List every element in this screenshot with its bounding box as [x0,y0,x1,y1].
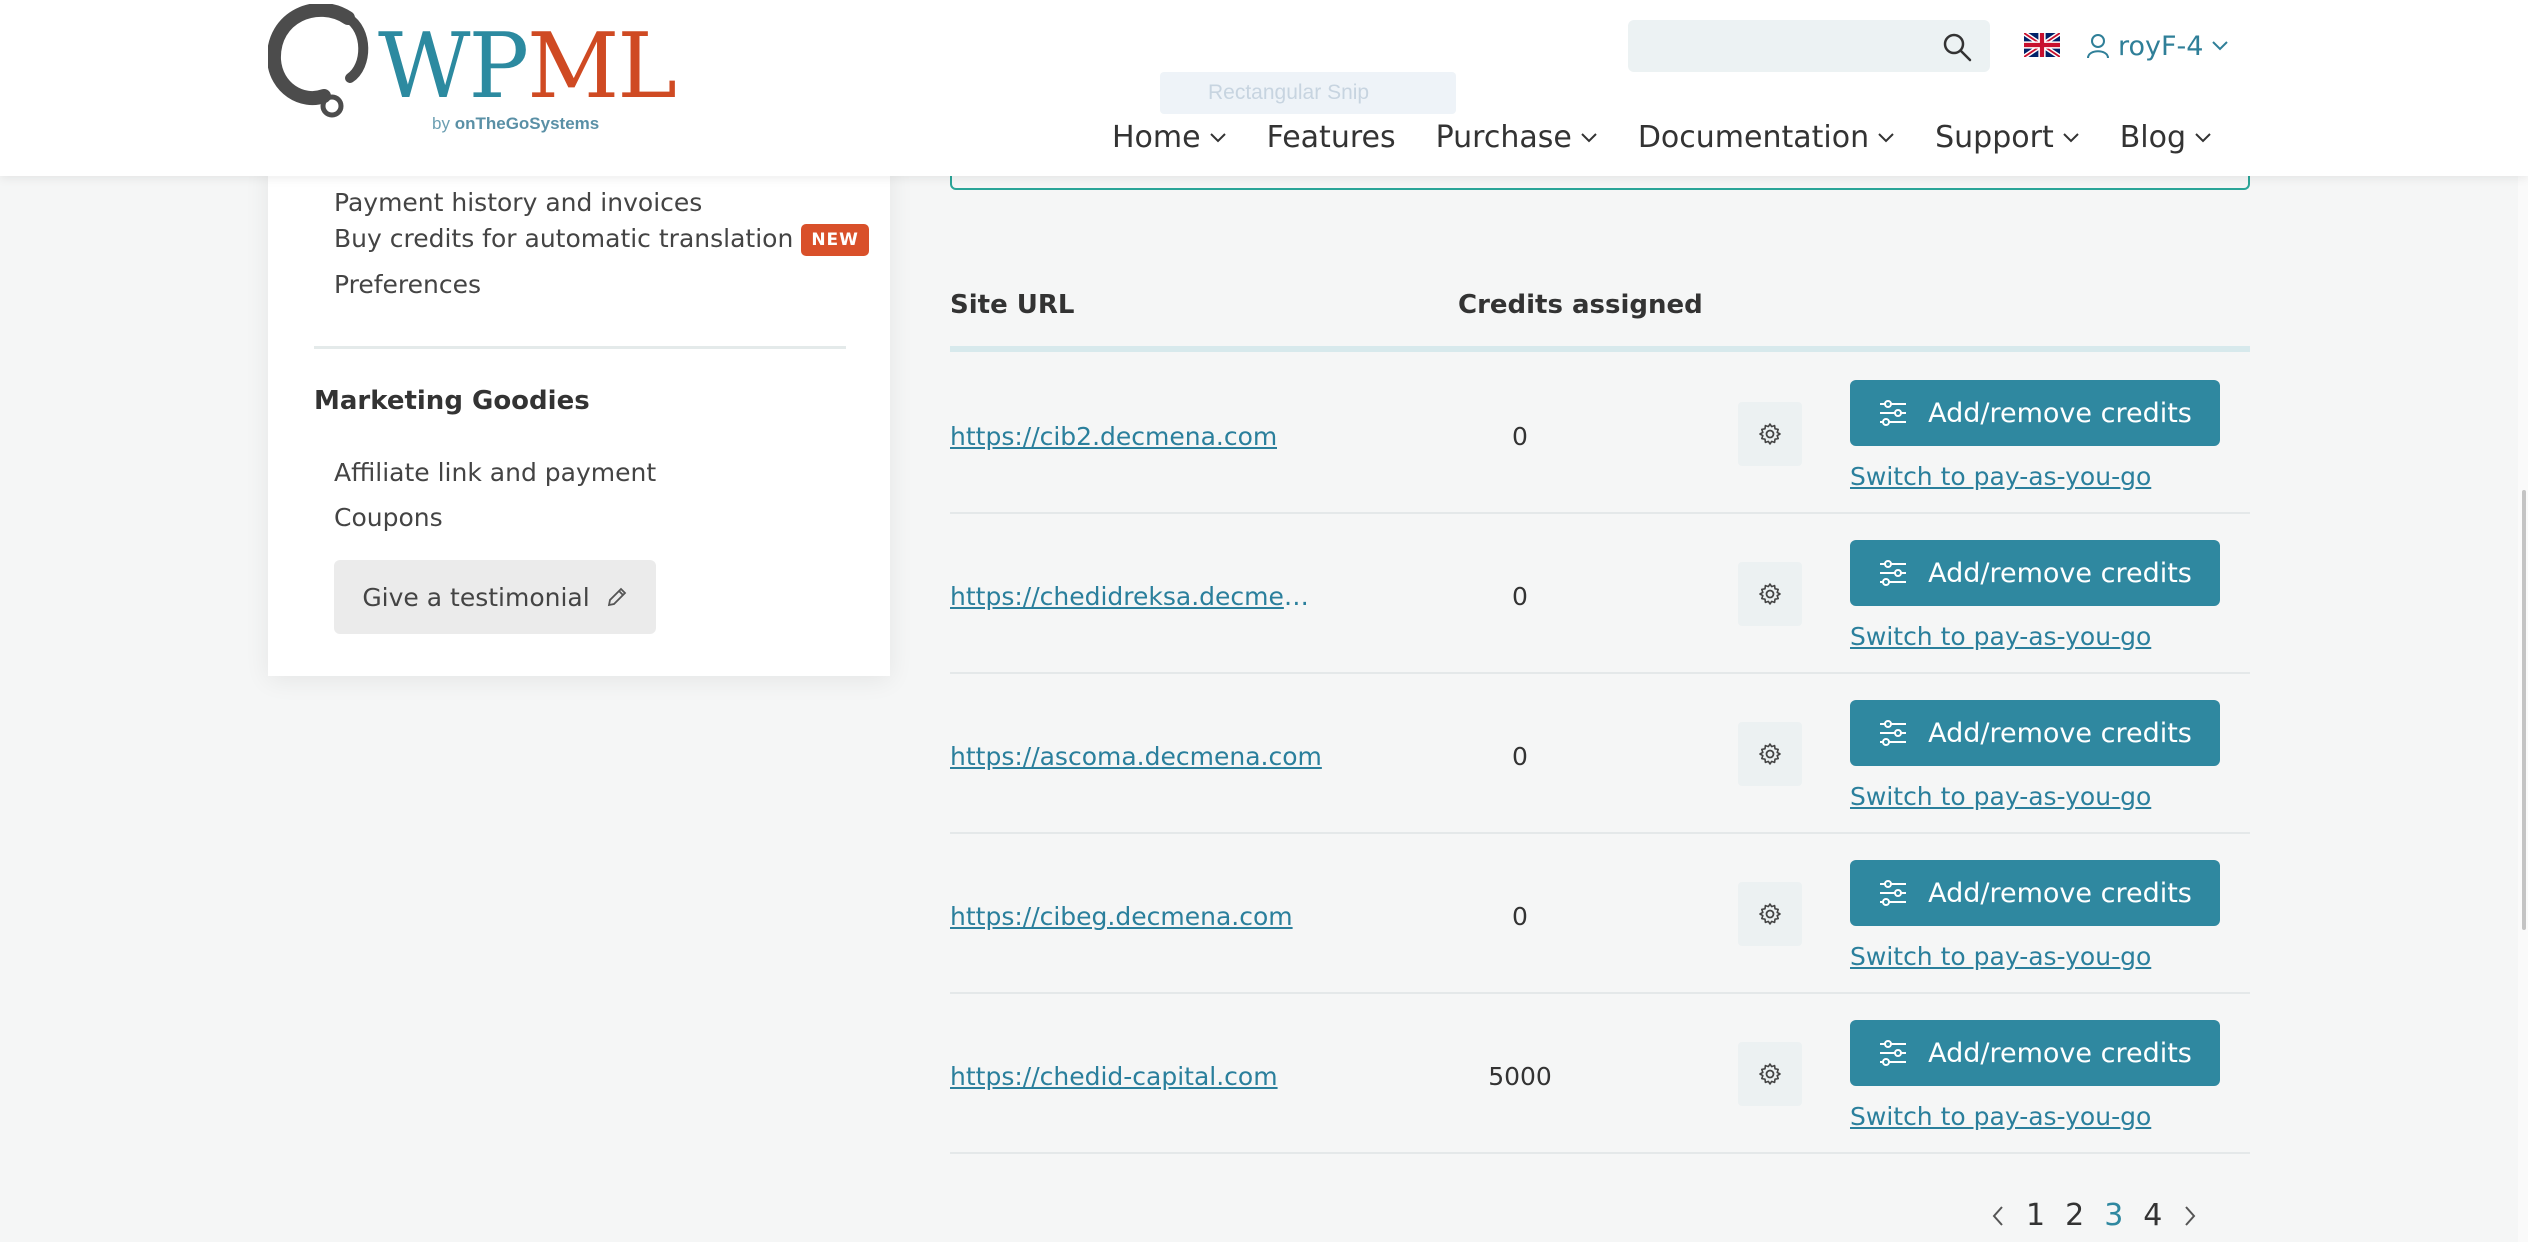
switch-pay-as-you-go-link[interactable]: Switch to pay-as-you-go [1850,462,2151,491]
table-header-divider [950,346,2250,352]
add-remove-credits-button[interactable]: Add/remove credits [1850,540,2220,606]
nav-purchase[interactable]: Purchase [1436,120,1598,155]
search-input[interactable] [1628,20,1928,72]
main-nav: Home Features Purchase Documentation Sup… [1112,120,2212,155]
wpml-logo[interactable]: WPML by onTheGoSystems [268,4,677,136]
col-header-site-url: Site URL [950,290,1075,320]
search-box[interactable] [1628,20,1990,72]
headset-icon [268,4,369,118]
nav-home[interactable]: Home [1112,120,1227,155]
sidebar-item-buy-credits[interactable]: Buy credits for automatic translation NEW [334,224,869,256]
site-settings-button[interactable] [1738,562,1802,626]
gear-icon [1759,1063,1781,1085]
switch-pay-as-you-go-link[interactable]: Switch to pay-as-you-go [1850,622,2151,651]
sidebar-divider [314,346,846,349]
sidebar-item-payment-history[interactable]: Payment history and invoices [334,188,702,217]
chevron-down-icon [1878,132,1894,142]
user-icon [2087,34,2109,59]
chevron-right-icon[interactable] [2182,1204,2198,1228]
logo-wordmark: WPML [378,14,677,119]
snip-overlay-ghost: Rectangular Snip [1160,72,1456,114]
sidebar-item-coupons[interactable]: Coupons [334,503,443,532]
credits-assigned-value: 0 [1512,902,1528,931]
new-badge: NEW [801,224,869,256]
table-row: https://cib2.decmena.com 0 Add/remove cred… [950,354,2250,514]
page-3[interactable]: 3 [2104,1198,2123,1233]
page-2[interactable]: 2 [2065,1198,2084,1233]
credits-assigned-value: 0 [1512,422,1528,451]
site-settings-button[interactable] [1738,1042,1802,1106]
sidebar-item-affiliate[interactable]: Affiliate link and payment [334,458,656,487]
gear-icon [1759,583,1781,605]
site-url-link[interactable]: https://chedidreksa.decmena.com [950,582,1322,611]
gear-icon [1759,423,1781,445]
page-scrollbar[interactable] [2518,0,2528,1242]
uk-flag-icon[interactable] [2024,33,2060,57]
site-header: WPML by onTheGoSystems Rectangular Snip … [0,0,2528,176]
switch-pay-as-you-go-link[interactable]: Switch to pay-as-you-go [1850,942,2151,971]
sidebar-item-preferences[interactable]: Preferences [334,270,481,299]
switch-pay-as-you-go-link[interactable]: Switch to pay-as-you-go [1850,1102,2151,1131]
gear-icon [1759,903,1781,925]
page-1[interactable]: 1 [2026,1198,2045,1233]
page-4[interactable]: 4 [2143,1198,2162,1233]
sliders-icon [1880,880,1907,906]
add-remove-credits-button[interactable]: Add/remove credits [1850,380,2220,446]
credits-assigned-value: 5000 [1488,1062,1552,1091]
chevron-down-icon [1209,132,1226,142]
user-menu[interactable]: royF-4 [2086,26,2229,66]
marketing-goodies-heading: Marketing Goodies [314,386,590,416]
user-name: royF-4 [2118,30,2204,62]
credits-assigned-value: 0 [1512,582,1528,611]
nav-support[interactable]: Support [1935,120,2080,155]
add-remove-credits-button[interactable]: Add/remove credits [1850,700,2220,766]
site-settings-button[interactable] [1738,882,1802,946]
sliders-icon [1880,720,1907,746]
logo-byline: by onTheGoSystems [432,114,600,133]
site-url-link[interactable]: https://cib2.decmena.com [950,422,1277,451]
scrollbar-thumb[interactable] [2522,490,2526,930]
add-remove-credits-button[interactable]: Add/remove credits [1850,860,2220,926]
give-testimonial-button[interactable]: Give a testimonial [334,560,656,634]
sliders-icon [1880,1040,1907,1066]
nav-blog[interactable]: Blog [2120,120,2212,155]
add-remove-credits-button[interactable]: Add/remove credits [1850,1020,2220,1086]
site-url-link[interactable]: https://ascoma.decmena.com [950,742,1322,771]
chevron-down-icon [2212,41,2229,51]
table-row: https://chedid-capital.com 5000 Add/remove… [950,994,2250,1154]
site-url-link[interactable]: https://chedid-capital.com [950,1062,1278,1091]
site-url-link[interactable]: https://cibeg.decmena.com [950,902,1293,931]
pencil-icon [607,587,626,607]
pagination: 1 2 3 4 [1990,1198,2198,1233]
gear-icon [1759,743,1781,765]
nav-documentation[interactable]: Documentation [1638,120,1895,155]
credits-assigned-value: 0 [1512,742,1528,771]
table-row: https://cibeg.decmena.com 0 Add/remove cre… [950,834,2250,994]
site-settings-button[interactable] [1738,402,1802,466]
sliders-icon [1880,400,1907,426]
chevron-down-icon [2062,132,2079,142]
chevron-down-icon [1581,132,1597,142]
switch-pay-as-you-go-link[interactable]: Switch to pay-as-you-go [1850,782,2151,811]
col-header-credits: Credits assigned [1458,290,1703,320]
chevron-down-icon [2195,132,2211,142]
site-settings-button[interactable] [1738,722,1802,786]
account-sidebar: Payment history and invoices Buy credits… [268,160,890,676]
sliders-icon [1880,560,1907,586]
table-row: https://ascoma.decmena.com 0 Add/remove cr… [950,674,2250,834]
chevron-left-icon[interactable] [1990,1204,2006,1228]
table-row: https://chedidreksa.decmena.com 0 Add/remo… [950,514,2250,674]
search-icon[interactable] [1942,32,1972,62]
nav-features[interactable]: Features [1267,120,1396,155]
